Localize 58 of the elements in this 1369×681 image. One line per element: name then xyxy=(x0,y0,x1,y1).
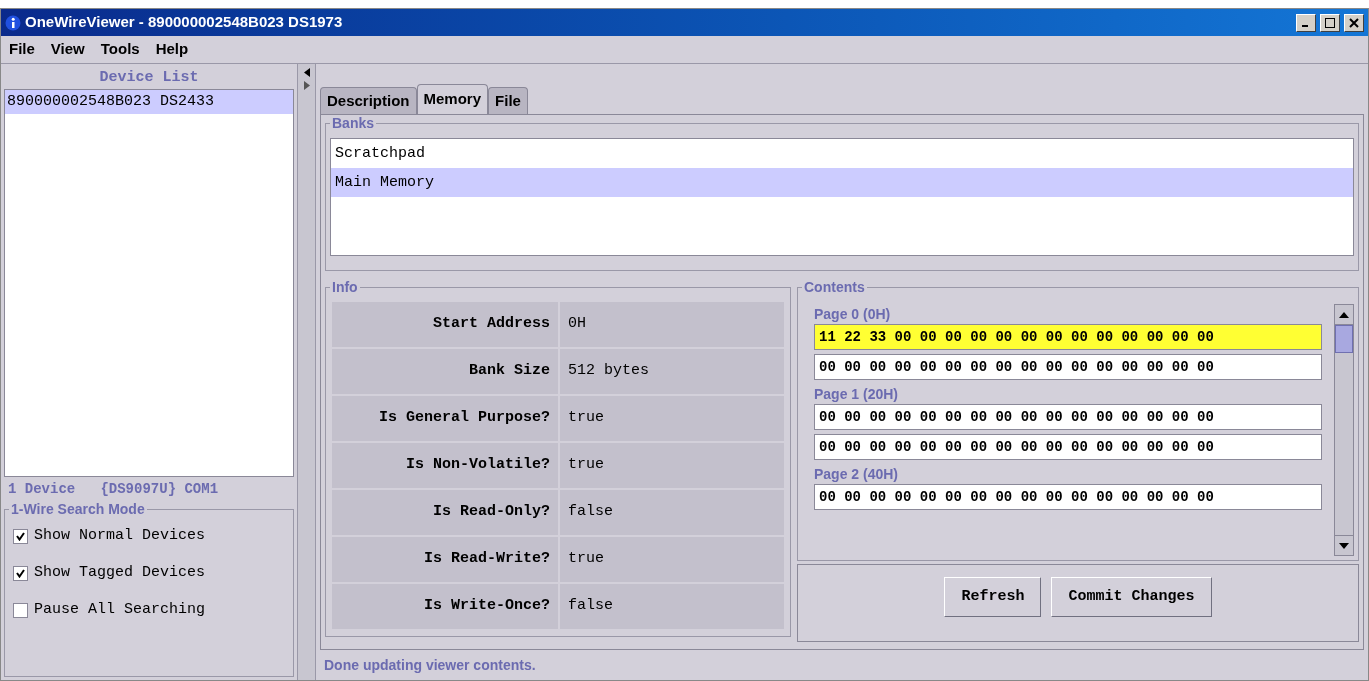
page-label: Page 0 (0H) xyxy=(814,305,892,324)
tab[interactable]: File xyxy=(488,87,528,114)
checkmark-icon xyxy=(16,569,25,578)
hex-field[interactable]: 00 00 00 00 00 00 00 00 00 00 00 00 00 00 00 00 xyxy=(814,484,1322,510)
checkbox[interactable] xyxy=(13,566,28,581)
device-list-item[interactable]: 890000002548B023 DS2433 xyxy=(5,90,293,114)
info-value: false xyxy=(560,490,784,535)
checkbox-label: Show Tagged Devices xyxy=(34,563,206,584)
window-title: OneWireViewer - 890000002548B023 DS1973 xyxy=(25,12,344,33)
group-title: 1-Wire Search Mode xyxy=(9,501,147,517)
bank-list-item[interactable]: Scratchpad xyxy=(331,139,1353,168)
info-label: Is Write-Once? xyxy=(332,584,558,629)
checkbox[interactable] xyxy=(13,529,28,544)
info-label: Start Address xyxy=(332,302,558,347)
connection-status: 1 Device {DS9097U} COM1 xyxy=(7,480,220,499)
hex-field[interactable]: 00 00 00 00 00 00 00 00 00 00 00 00 00 00 00 00 xyxy=(814,434,1322,460)
info-label: Is General Purpose? xyxy=(332,396,558,441)
close-icon[interactable] xyxy=(1344,13,1364,32)
hex-field[interactable]: 11 22 33 00 00 00 00 00 00 00 00 00 00 00 00 00 xyxy=(814,324,1322,350)
group-title: Banks xyxy=(330,115,377,131)
info-value: false xyxy=(560,584,784,629)
minimize-icon[interactable] xyxy=(1296,13,1316,32)
scrollbar[interactable] xyxy=(1334,304,1354,556)
hex-field[interactable]: 00 00 00 00 00 00 00 00 00 00 00 00 00 00 00 00 xyxy=(814,404,1322,430)
checkmark-icon xyxy=(16,532,25,541)
collapse-left-icon[interactable] xyxy=(303,68,310,77)
checkbox[interactable] xyxy=(13,603,28,618)
info-label: Bank Size xyxy=(332,349,558,394)
action-button[interactable]: Refresh xyxy=(944,577,1042,617)
menu-item[interactable]: Tools xyxy=(100,38,140,61)
info-value: 0H xyxy=(560,302,784,347)
info-label: Is Non-Volatile? xyxy=(332,443,558,488)
tab[interactable]: Description xyxy=(320,87,417,114)
panel-title: Device List xyxy=(98,68,200,88)
info-value: true xyxy=(560,443,784,488)
expand-right-icon[interactable] xyxy=(303,81,310,90)
checkbox-label: Show Normal Devices xyxy=(34,526,206,547)
group-title: Info xyxy=(330,279,360,295)
group-title: Contents xyxy=(802,279,867,295)
info-label: Is Read-Only? xyxy=(332,490,558,535)
menu-item[interactable]: File xyxy=(9,38,35,61)
info-value: true xyxy=(560,537,784,582)
info-icon xyxy=(5,14,21,31)
bank-list-item[interactable]: Main Memory xyxy=(331,168,1353,197)
maximize-icon[interactable] xyxy=(1320,13,1340,32)
page-label: Page 1 (20H) xyxy=(814,385,900,404)
checkbox-label: Pause All Searching xyxy=(34,600,206,621)
scroll-thumb[interactable] xyxy=(1335,325,1353,353)
tab[interactable]: Memory xyxy=(416,84,489,114)
action-button[interactable]: Commit Changes xyxy=(1051,577,1212,617)
hex-field[interactable]: 00 00 00 00 00 00 00 00 00 00 00 00 00 00 00 00 xyxy=(814,354,1322,380)
status-message: Done updating viewer contents. xyxy=(323,656,537,675)
menu-item[interactable]: Help xyxy=(155,38,189,61)
menu-item[interactable]: View xyxy=(50,38,85,61)
info-value: 512 bytes xyxy=(560,349,784,394)
info-value: true xyxy=(560,396,784,441)
info-label: Is Read-Write? xyxy=(332,537,558,582)
page-label: Page 2 (40H) xyxy=(814,465,900,484)
